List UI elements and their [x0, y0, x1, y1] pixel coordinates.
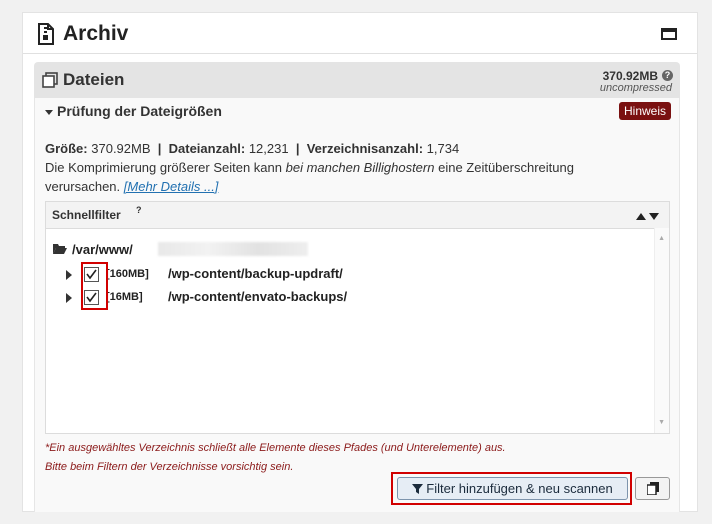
tree-row[interactable]: [16MB] /wp-content/envato-backups/: [66, 289, 466, 309]
files-label: Dateianzahl:: [168, 141, 246, 156]
help-icon[interactable]: ?: [662, 70, 673, 81]
panel-header: Archiv: [23, 13, 697, 54]
window-toggle-icon[interactable]: [661, 28, 677, 40]
files-icon: [42, 72, 58, 88]
dir-path: /wp-content/backup-updraft/: [168, 266, 343, 281]
filter-icon: [412, 484, 424, 494]
tree-row[interactable]: [160MB] /wp-content/backup-updraft/: [66, 266, 466, 286]
checkbox-highlight: [81, 262, 108, 310]
copy-button[interactable]: [635, 477, 670, 500]
scroll-down-icon[interactable]: ▼: [658, 419, 665, 426]
copy-icon: [647, 482, 659, 495]
expand-arrow-icon[interactable]: [66, 270, 72, 280]
dir-path: /wp-content/envato-backups/: [168, 289, 348, 304]
filter-warning: Bitte beim Filtern der Verzeichnisse vor…: [45, 461, 294, 473]
filter-help-icon[interactable]: ?: [136, 205, 142, 215]
redacted-path: [158, 242, 308, 256]
folder-open-icon: [53, 244, 67, 254]
dir-size: [160MB]: [106, 268, 149, 280]
hint-badge[interactable]: Hinweis: [618, 102, 671, 120]
size-check-title[interactable]: Prüfung der Dateigrößen: [57, 103, 222, 119]
more-details-link[interactable]: [Mehr Details ...]: [124, 179, 219, 194]
dirs-label: Verzeichnisanzahl:: [306, 141, 424, 156]
dirs-value: 1,734: [426, 141, 460, 156]
files-section-header[interactable]: Dateien 370.92MB ? uncompressed: [34, 62, 680, 98]
separator: |: [295, 141, 300, 156]
tree-root-path[interactable]: /var/www/: [72, 242, 133, 257]
size-note: uncompressed: [599, 82, 672, 94]
files-value: 12,231: [248, 141, 289, 156]
size-value: 370.92MB: [91, 141, 151, 156]
panel-title: Archiv: [63, 22, 129, 45]
quick-filter-title: Schnellfilter: [52, 208, 121, 222]
dir-size: [16MB]: [106, 291, 143, 303]
note-emphasis: bei manchen Billighostern: [285, 160, 435, 175]
scroll-up-icon[interactable]: ▲: [658, 235, 665, 242]
collapse-caret-icon[interactable]: [45, 110, 53, 115]
sort-toggle-icon[interactable]: [635, 211, 661, 221]
archive-stats: Größe: 370.92MB | Dateianzahl: 12,231 | …: [45, 141, 459, 156]
separator: |: [157, 141, 162, 156]
section-title: Dateien: [63, 70, 125, 89]
compression-note: Die Komprimierung größerer Seiten kann b…: [45, 158, 645, 196]
tree-scrollbar[interactable]: [654, 228, 669, 433]
expand-arrow-icon[interactable]: [66, 293, 72, 303]
note-text: Die Komprimierung größerer Seiten kann: [45, 160, 286, 175]
scan-button-label: Filter hinzufügen & neu scannen: [426, 481, 613, 496]
total-size: 370.92MB: [602, 69, 658, 83]
quick-filter-header: Schnellfilter ?: [46, 202, 669, 229]
quick-filter-box: Schnellfilter ? /var/www/ [160MB] /wp-co…: [45, 201, 670, 434]
add-filter-rescan-button[interactable]: Filter hinzufügen & neu scannen: [397, 477, 628, 500]
zip-file-icon: [38, 23, 54, 45]
filter-warning: *Ein ausgewähltes Verzeichnis schließt a…: [45, 442, 506, 454]
size-label: Größe:: [45, 141, 88, 156]
